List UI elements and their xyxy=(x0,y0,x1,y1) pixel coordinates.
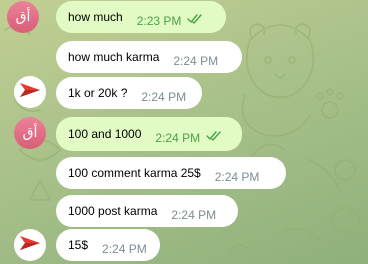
avatar-initials: أق xyxy=(15,9,31,25)
message-time: 2:24 PM xyxy=(214,170,260,184)
message-bubble[interactable]: 100 and 1000 2:24 PM xyxy=(56,117,242,151)
avatar[interactable] xyxy=(14,229,46,261)
avatar-initials: أق xyxy=(22,125,38,141)
message-bubble[interactable]: 100 comment karma 25$ 2:24 PM xyxy=(56,157,286,189)
message-text: 100 and 1000 xyxy=(68,127,142,141)
avatar[interactable]: أق xyxy=(14,117,46,149)
double-check-icon xyxy=(206,130,222,144)
message-bubble[interactable]: 15$ 2:24 PM xyxy=(56,229,160,261)
message-text: 100 comment karma 25$ xyxy=(68,166,201,180)
message-time: 2:24 PM xyxy=(173,54,219,68)
message-bubble[interactable]: 1000 post karma 2:24 PM xyxy=(56,195,238,227)
message-time: 2:24 PM xyxy=(141,90,187,104)
red-arrow-logo-icon xyxy=(14,76,46,108)
message-text: 1000 post karma xyxy=(68,204,158,218)
double-check-icon xyxy=(187,13,203,27)
message-bubble[interactable]: how much 2:23 PM xyxy=(56,1,226,33)
avatar[interactable] xyxy=(14,76,46,108)
message-text: 15$ xyxy=(68,238,89,252)
avatar[interactable]: أق xyxy=(7,1,39,33)
message-time: 2:24 PM xyxy=(171,208,217,222)
message-time: 2:24 PM xyxy=(102,242,147,256)
message-bubble[interactable]: how much karma 2:24 PM xyxy=(56,41,242,73)
message-text: how much xyxy=(68,10,123,24)
message-time: 2:23 PM xyxy=(136,14,182,28)
message-time: 2:24 PM xyxy=(155,131,201,145)
red-arrow-logo-icon xyxy=(14,229,46,261)
message-text: how much karma xyxy=(68,50,160,64)
message-text: 1k or 20k ? xyxy=(68,86,128,100)
message-bubble[interactable]: 1k or 20k ? 2:24 PM xyxy=(56,77,202,109)
